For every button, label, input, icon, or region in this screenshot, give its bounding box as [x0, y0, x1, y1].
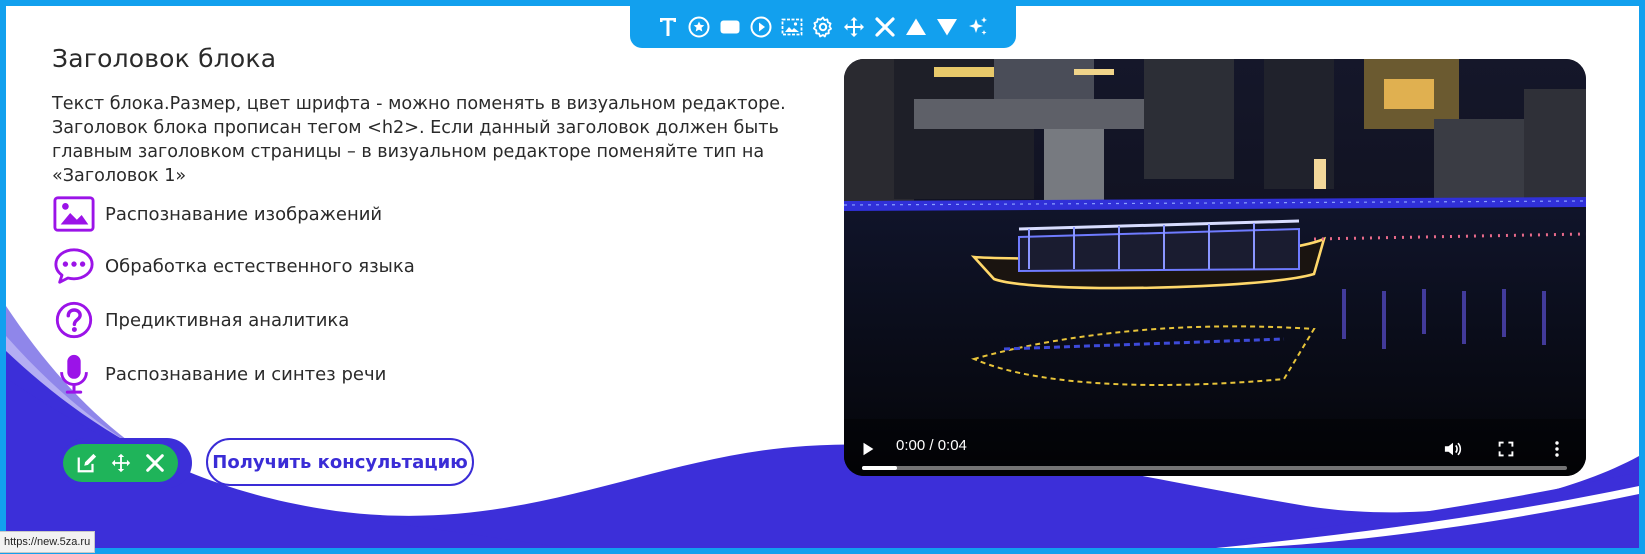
feature-item: Предиктивная аналитика [52, 300, 349, 340]
video-player[interactable]: 0:00 / 0:04 [844, 59, 1586, 476]
gear-icon[interactable] [809, 13, 837, 41]
close-icon[interactable] [871, 13, 899, 41]
move-icon[interactable] [840, 13, 868, 41]
feature-item: Обработка естественного языка [52, 246, 415, 286]
edit-pill [63, 444, 178, 482]
feature-item: Распознавание изображений [52, 194, 382, 234]
feature-item: Распознавание и синтез речи [52, 354, 386, 394]
video-progress-bar[interactable] [862, 466, 1567, 470]
block-heading: Заголовок блока [52, 44, 277, 73]
sparkle-icon[interactable] [964, 13, 992, 41]
more-options-icon[interactable] [1550, 439, 1564, 459]
image-icon [52, 194, 96, 234]
move-icon[interactable] [108, 450, 134, 476]
fullscreen-icon[interactable] [1496, 439, 1516, 459]
chat-icon [52, 246, 96, 286]
arrow-down-icon[interactable] [933, 13, 961, 41]
feature-label: Распознавание изображений [105, 203, 383, 225]
element-edit-controls [60, 438, 192, 488]
block-text: Текст блока.Размер, цвет шрифта - можно … [52, 94, 786, 186]
editor-toolbar [630, 6, 1016, 48]
feature-label: Обработка естественного языка [105, 255, 415, 277]
edit-icon[interactable] [74, 450, 100, 476]
image-icon[interactable] [778, 13, 806, 41]
volume-icon[interactable] [1442, 439, 1464, 459]
question-icon [52, 300, 96, 340]
play-icon[interactable] [747, 13, 775, 41]
video-frame [844, 59, 1586, 476]
video-progress-fill [862, 466, 898, 470]
status-bar-url: https://new.5za.ru [0, 531, 96, 553]
video-time: 0:00 / 0:04 [896, 437, 967, 454]
feature-label: Предиктивная аналитика [105, 309, 350, 331]
text-icon[interactable] [654, 13, 682, 41]
arrow-up-icon[interactable] [902, 13, 930, 41]
video-controls: 0:00 / 0:04 [844, 437, 1586, 476]
play-icon[interactable] [858, 439, 878, 459]
star-icon[interactable] [685, 13, 713, 41]
microphone-icon [52, 354, 96, 394]
consultation-button[interactable]: Получить консультацию [206, 438, 474, 486]
shape-icon[interactable] [716, 13, 744, 41]
close-icon[interactable] [142, 450, 168, 476]
feature-label: Распознавание и синтез речи [105, 363, 387, 385]
block-canvas: Заголовок блока Текст блока.Размер, цвет… [6, 6, 1639, 548]
